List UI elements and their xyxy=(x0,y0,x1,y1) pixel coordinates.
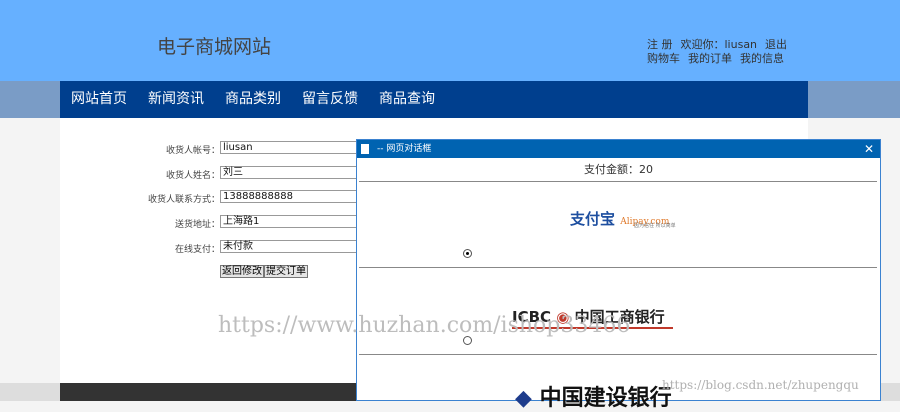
field-name: 收货人姓名： 刘三 xyxy=(60,166,360,181)
document-icon xyxy=(361,144,369,154)
field-account: 收货人帐号： liusan xyxy=(60,141,360,156)
field-label: 收货人联系方式： xyxy=(147,195,220,205)
register-link[interactable]: 注 册 xyxy=(647,38,673,51)
back-button[interactable]: 返回修改 xyxy=(220,265,264,278)
nav-search[interactable]: 商品查询 xyxy=(379,81,435,118)
icbc-radio[interactable] xyxy=(463,336,472,345)
payment-dialog: -- 网页对话框 ✕ 支付金额：20 支付宝 Alipay.com 因为信任 所以… xyxy=(356,139,881,411)
site-title: 电子商城网站 xyxy=(157,36,272,58)
field-label: 收货人帐号： xyxy=(165,146,220,156)
phone-input[interactable]: 13888888888 xyxy=(220,190,360,203)
my-orders-link[interactable]: 我的订单 xyxy=(688,52,732,65)
field-label: 送货地址： xyxy=(174,220,220,230)
field-address: 送货地址： 上海路1 xyxy=(60,215,360,230)
name-input[interactable]: 刘三 xyxy=(220,166,360,179)
user-links: 注 册欢迎你：liusan 退出 购物车 我的订单 我的信息 xyxy=(647,38,795,66)
payment-input[interactable]: 未付款 xyxy=(220,240,360,253)
nav-news[interactable]: 新闻资讯 xyxy=(148,81,204,118)
header: 电子商城网站 注 册欢迎你：liusan 退出 购物车 我的订单 我的信息 xyxy=(0,0,900,81)
icbc-logo: ICBC ◉ 中国工商银行 xyxy=(512,306,673,329)
account-input[interactable]: liusan xyxy=(220,141,360,154)
divider xyxy=(359,354,877,355)
payment-amount: 支付金额：20 xyxy=(584,163,653,176)
my-info-link[interactable]: 我的信息 xyxy=(740,52,784,65)
logout-link[interactable]: 退出 xyxy=(765,38,787,51)
field-label: 在线支付： xyxy=(174,245,220,255)
address-input[interactable]: 上海路1 xyxy=(220,215,360,228)
divider xyxy=(359,181,877,182)
divider xyxy=(359,267,877,268)
field-payment: 在线支付： 未付款 xyxy=(60,240,360,255)
nav-home[interactable]: 网站首页 xyxy=(71,81,127,118)
nav-feedback[interactable]: 留言反馈 xyxy=(302,81,358,118)
nav-categories[interactable]: 商品类别 xyxy=(225,81,281,118)
alipay-logo: 支付宝 Alipay.com 因为信任 所以简单 xyxy=(570,210,676,229)
close-icon[interactable]: ✕ xyxy=(864,140,874,158)
alipay-radio[interactable] xyxy=(463,249,472,258)
main-nav: 网站首页 新闻资讯 商品类别 留言反馈 商品查询 xyxy=(60,81,808,118)
dialog-titlebar: -- 网页对话框 ✕ xyxy=(357,140,880,158)
submit-order-button[interactable]: 提交订单 xyxy=(264,265,308,278)
dialog-title: -- 网页对话框 xyxy=(377,144,432,154)
cart-link[interactable]: 购物车 xyxy=(647,52,680,65)
ccb-logo: ◆ 中国建设银行 xyxy=(515,386,672,411)
field-phone: 收货人联系方式： 13888888888 xyxy=(60,190,360,205)
welcome-text: 欢迎你：liusan xyxy=(680,38,758,51)
field-label: 收货人姓名： xyxy=(165,171,220,181)
